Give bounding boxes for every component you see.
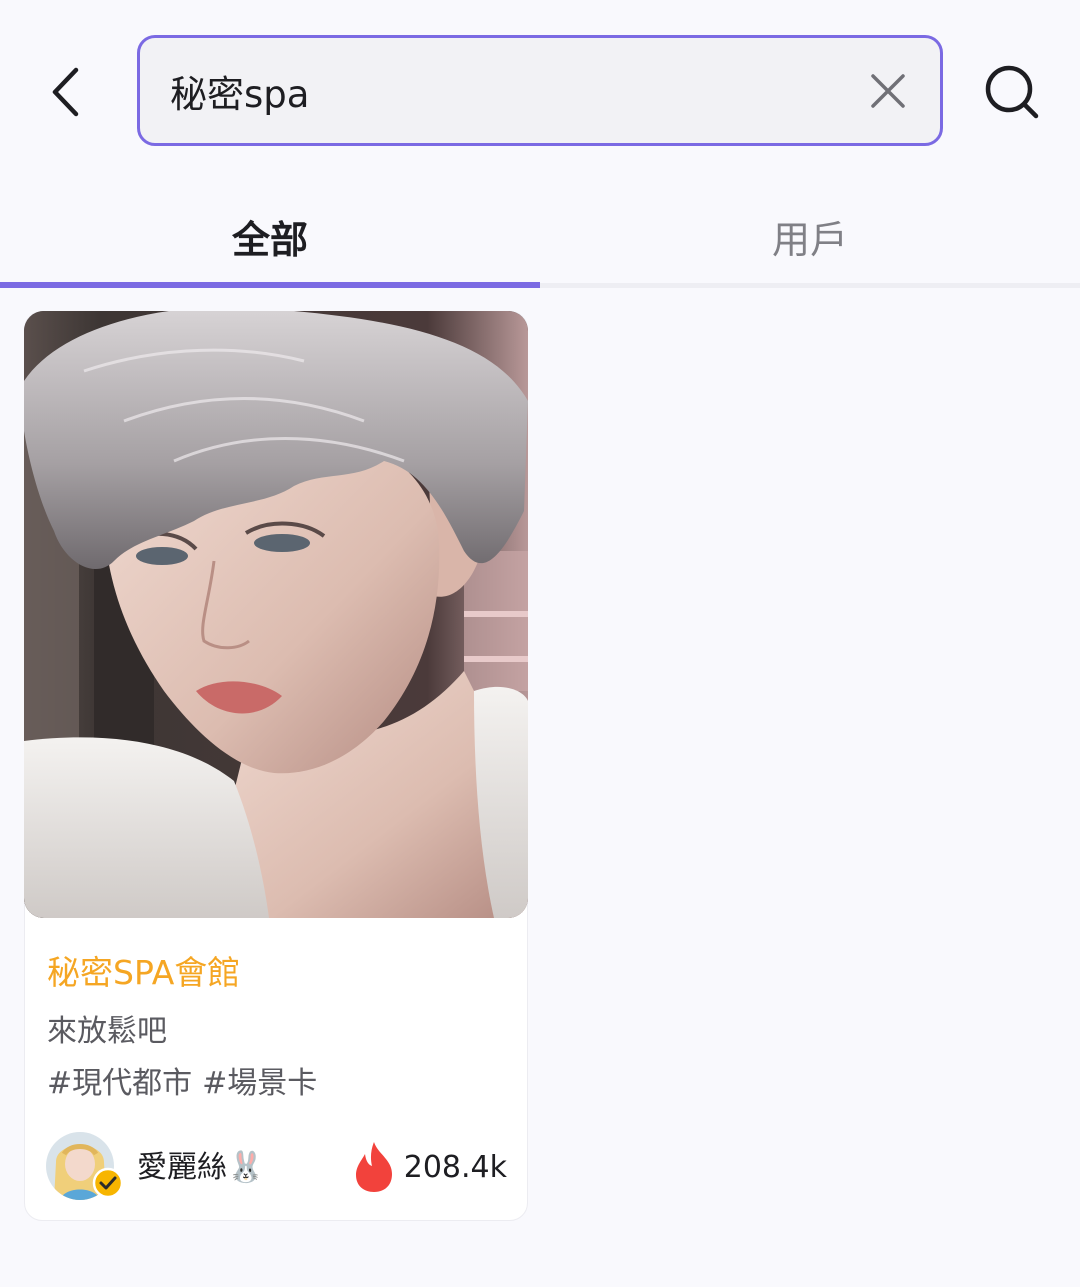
checkmark-icon bbox=[92, 1167, 124, 1199]
tag[interactable]: #場景卡 bbox=[202, 1066, 317, 1101]
back-button[interactable] bbox=[40, 60, 96, 124]
tag[interactable]: #現代都市 bbox=[47, 1066, 192, 1101]
tab-rail bbox=[540, 283, 1080, 288]
verified-badge bbox=[92, 1167, 124, 1199]
search-field[interactable] bbox=[137, 35, 943, 146]
tab-users[interactable]: 用戶 bbox=[540, 190, 1080, 282]
card-tags: #現代都市 #場景卡 bbox=[47, 1058, 327, 1102]
card-cover-image bbox=[24, 311, 528, 918]
tab-users-label: 用戶 bbox=[771, 217, 848, 262]
tab-all-label: 全部 bbox=[231, 217, 308, 262]
chevron-left-icon bbox=[52, 67, 79, 117]
tab-all[interactable]: 全部 bbox=[0, 190, 540, 282]
card-title: 秘密SPA會館 bbox=[47, 953, 241, 992]
search-icon bbox=[985, 65, 1039, 119]
active-tab-indicator bbox=[0, 282, 540, 288]
result-card[interactable]: 秘密SPA會館 來放鬆吧 #現代都市 #場景卡 愛麗絲🐰 208.4k bbox=[24, 311, 528, 1221]
author-name[interactable]: 愛麗絲🐰 bbox=[137, 1148, 264, 1188]
popularity-count: 208.4k bbox=[403, 1150, 507, 1185]
card-description: 來放鬆吧 bbox=[47, 1014, 167, 1049]
search-input[interactable] bbox=[170, 38, 830, 143]
clear-search-button[interactable] bbox=[868, 71, 908, 111]
close-icon bbox=[871, 74, 905, 108]
search-button[interactable] bbox=[982, 62, 1042, 122]
flame-icon bbox=[352, 1140, 396, 1194]
